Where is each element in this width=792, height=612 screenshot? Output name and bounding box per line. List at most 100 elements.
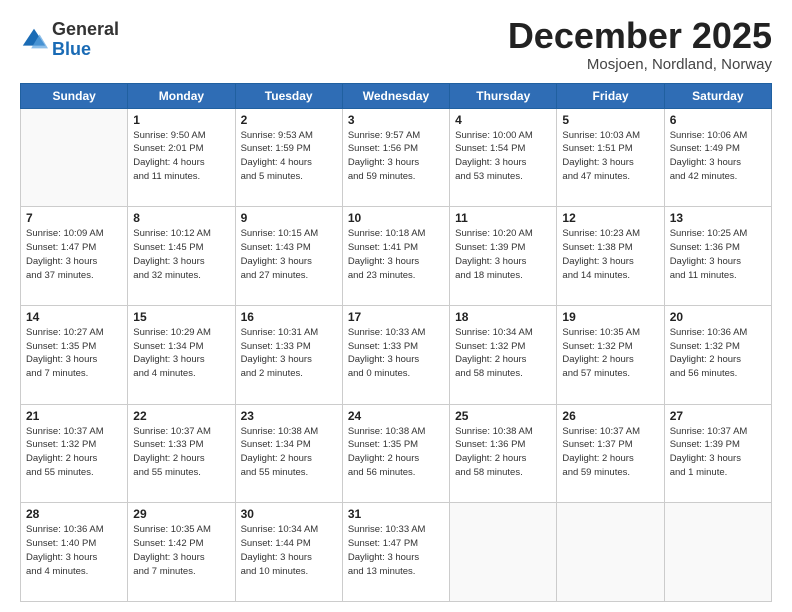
- day-info: Sunrise: 10:06 AM Sunset: 1:49 PM Daylig…: [670, 129, 766, 184]
- day-number: 2: [241, 113, 337, 127]
- day-number: 30: [241, 507, 337, 521]
- day-number: 17: [348, 310, 444, 324]
- day-number: 1: [133, 113, 229, 127]
- week-row-1: 1 Sunrise: 9:50 AM Sunset: 2:01 PM Daylig…: [21, 108, 772, 207]
- day-number: 26: [562, 409, 658, 423]
- day-info: Sunrise: 10:38 AM Sunset: 1:34 PM Daylig…: [241, 425, 337, 480]
- calendar-cell: 30 Sunrise: 10:34 AM Sunset: 1:44 PM Dayl…: [235, 503, 342, 602]
- day-number: 31: [348, 507, 444, 521]
- weekday-monday: Monday: [128, 83, 235, 108]
- calendar-cell: 9 Sunrise: 10:15 AM Sunset: 1:43 PM Dayli…: [235, 207, 342, 306]
- calendar-cell: 18Sunrise: 10:34 AM Sunset: 1:32 PM Dayl…: [450, 305, 557, 404]
- day-number: 20: [670, 310, 766, 324]
- day-info: Sunrise: 10:20 AM Sunset: 1:39 PM Daylig…: [455, 227, 551, 282]
- week-row-5: 28 Sunrise: 10:36 AM Sunset: 1:40 PM Dayl…: [21, 503, 772, 602]
- day-number: 14: [26, 310, 122, 324]
- day-number: 6: [670, 113, 766, 127]
- day-number: 25: [455, 409, 551, 423]
- calendar-cell: [557, 503, 664, 602]
- day-info: Sunrise: 10:34 AM Sunset: 1:44 PM Daylig…: [241, 523, 337, 578]
- day-number: 21: [26, 409, 122, 423]
- calendar-cell: 2 Sunrise: 9:53 AM Sunset: 1:59 PM Daylig…: [235, 108, 342, 207]
- day-info: Sunrise: 10:33 AM Sunset: 1:33 PM Daylig…: [348, 326, 444, 381]
- day-info: Sunrise: 10:37 AM Sunset: 1:37 PM Daylig…: [562, 425, 658, 480]
- day-info: Sunrise: 10:25 AM Sunset: 1:36 PM Daylig…: [670, 227, 766, 282]
- calendar-cell: 12Sunrise: 10:23 AM Sunset: 1:38 PM Dayl…: [557, 207, 664, 306]
- day-info: Sunrise: 10:09 AM Sunset: 1:47 PM Daylig…: [26, 227, 122, 282]
- day-number: 10: [348, 211, 444, 225]
- calendar-body: 1 Sunrise: 9:50 AM Sunset: 2:01 PM Daylig…: [21, 108, 772, 601]
- calendar-cell: 5Sunrise: 10:03 AM Sunset: 1:51 PM Dayli…: [557, 108, 664, 207]
- day-info: Sunrise: 10:31 AM Sunset: 1:33 PM Daylig…: [241, 326, 337, 381]
- day-info: Sunrise: 9:53 AM Sunset: 1:59 PM Dayligh…: [241, 129, 337, 184]
- day-number: 27: [670, 409, 766, 423]
- calendar-cell: 26 Sunrise: 10:37 AM Sunset: 1:37 PM Dayl…: [557, 404, 664, 503]
- day-info: Sunrise: 10:29 AM Sunset: 1:34 PM Daylig…: [133, 326, 229, 381]
- weekday-thursday: Thursday: [450, 83, 557, 108]
- day-info: Sunrise: 10:38 AM Sunset: 1:35 PM Daylig…: [348, 425, 444, 480]
- calendar-cell: 15 Sunrise: 10:29 AM Sunset: 1:34 PM Dayl…: [128, 305, 235, 404]
- weekday-header: SundayMondayTuesdayWednesdayThursdayFrid…: [21, 83, 772, 108]
- day-number: 16: [241, 310, 337, 324]
- calendar-cell: 3Sunrise: 9:57 AM Sunset: 1:56 PM Daylig…: [342, 108, 449, 207]
- day-info: Sunrise: 10:36 AM Sunset: 1:40 PM Daylig…: [26, 523, 122, 578]
- calendar-cell: 31 Sunrise: 10:33 AM Sunset: 1:47 PM Dayl…: [342, 503, 449, 602]
- weekday-sunday: Sunday: [21, 83, 128, 108]
- calendar-cell: 13Sunrise: 10:25 AM Sunset: 1:36 PM Dayl…: [664, 207, 771, 306]
- day-info: Sunrise: 9:57 AM Sunset: 1:56 PM Dayligh…: [348, 129, 444, 184]
- title-block: December 2025 Mosjoen, Nordland, Norway: [508, 16, 772, 73]
- calendar-cell: [664, 503, 771, 602]
- calendar-cell: 1 Sunrise: 9:50 AM Sunset: 2:01 PM Daylig…: [128, 108, 235, 207]
- day-number: 12: [562, 211, 658, 225]
- day-number: 9: [241, 211, 337, 225]
- calendar-cell: 23 Sunrise: 10:38 AM Sunset: 1:34 PM Dayl…: [235, 404, 342, 503]
- day-info: Sunrise: 10:35 AM Sunset: 1:32 PM Daylig…: [562, 326, 658, 381]
- day-number: 24: [348, 409, 444, 423]
- day-number: 4: [455, 113, 551, 127]
- calendar-cell: 22Sunrise: 10:37 AM Sunset: 1:33 PM Dayl…: [128, 404, 235, 503]
- calendar-cell: 19 Sunrise: 10:35 AM Sunset: 1:32 PM Dayl…: [557, 305, 664, 404]
- day-info: Sunrise: 9:50 AM Sunset: 2:01 PM Dayligh…: [133, 129, 229, 184]
- calendar-cell: 28 Sunrise: 10:36 AM Sunset: 1:40 PM Dayl…: [21, 503, 128, 602]
- day-info: Sunrise: 10:18 AM Sunset: 1:41 PM Daylig…: [348, 227, 444, 282]
- calendar-cell: [21, 108, 128, 207]
- calendar-cell: 27 Sunrise: 10:37 AM Sunset: 1:39 PM Dayl…: [664, 404, 771, 503]
- week-row-2: 7 Sunrise: 10:09 AM Sunset: 1:47 PM Dayli…: [21, 207, 772, 306]
- day-info: Sunrise: 10:36 AM Sunset: 1:32 PM Daylig…: [670, 326, 766, 381]
- day-number: 28: [26, 507, 122, 521]
- day-number: 7: [26, 211, 122, 225]
- page: General Blue December 2025 Mosjoen, Nord…: [0, 0, 792, 612]
- logo: General Blue: [20, 20, 119, 60]
- day-info: Sunrise: 10:12 AM Sunset: 1:45 PM Daylig…: [133, 227, 229, 282]
- logo-blue: Blue: [52, 40, 119, 60]
- header: General Blue December 2025 Mosjoen, Nord…: [20, 16, 772, 73]
- day-number: 18: [455, 310, 551, 324]
- weekday-tuesday: Tuesday: [235, 83, 342, 108]
- calendar-cell: [450, 503, 557, 602]
- day-number: 11: [455, 211, 551, 225]
- day-info: Sunrise: 10:15 AM Sunset: 1:43 PM Daylig…: [241, 227, 337, 282]
- weekday-saturday: Saturday: [664, 83, 771, 108]
- calendar-cell: 25 Sunrise: 10:38 AM Sunset: 1:36 PM Dayl…: [450, 404, 557, 503]
- week-row-3: 14Sunrise: 10:27 AM Sunset: 1:35 PM Dayl…: [21, 305, 772, 404]
- calendar-cell: 21 Sunrise: 10:37 AM Sunset: 1:32 PM Dayl…: [21, 404, 128, 503]
- day-info: Sunrise: 10:35 AM Sunset: 1:42 PM Daylig…: [133, 523, 229, 578]
- location: Mosjoen, Nordland, Norway: [508, 56, 772, 73]
- calendar-cell: 16 Sunrise: 10:31 AM Sunset: 1:33 PM Dayl…: [235, 305, 342, 404]
- day-number: 15: [133, 310, 229, 324]
- calendar-cell: 17 Sunrise: 10:33 AM Sunset: 1:33 PM Dayl…: [342, 305, 449, 404]
- day-number: 22: [133, 409, 229, 423]
- day-info: Sunrise: 10:00 AM Sunset: 1:54 PM Daylig…: [455, 129, 551, 184]
- calendar-cell: 11 Sunrise: 10:20 AM Sunset: 1:39 PM Dayl…: [450, 207, 557, 306]
- calendar-cell: 14Sunrise: 10:27 AM Sunset: 1:35 PM Dayl…: [21, 305, 128, 404]
- day-info: Sunrise: 10:38 AM Sunset: 1:36 PM Daylig…: [455, 425, 551, 480]
- day-info: Sunrise: 10:33 AM Sunset: 1:47 PM Daylig…: [348, 523, 444, 578]
- calendar-cell: 10 Sunrise: 10:18 AM Sunset: 1:41 PM Dayl…: [342, 207, 449, 306]
- day-info: Sunrise: 10:37 AM Sunset: 1:32 PM Daylig…: [26, 425, 122, 480]
- day-number: 19: [562, 310, 658, 324]
- logo-general: General: [52, 20, 119, 40]
- day-info: Sunrise: 10:37 AM Sunset: 1:39 PM Daylig…: [670, 425, 766, 480]
- calendar-cell: 4 Sunrise: 10:00 AM Sunset: 1:54 PM Dayli…: [450, 108, 557, 207]
- day-number: 8: [133, 211, 229, 225]
- day-number: 23: [241, 409, 337, 423]
